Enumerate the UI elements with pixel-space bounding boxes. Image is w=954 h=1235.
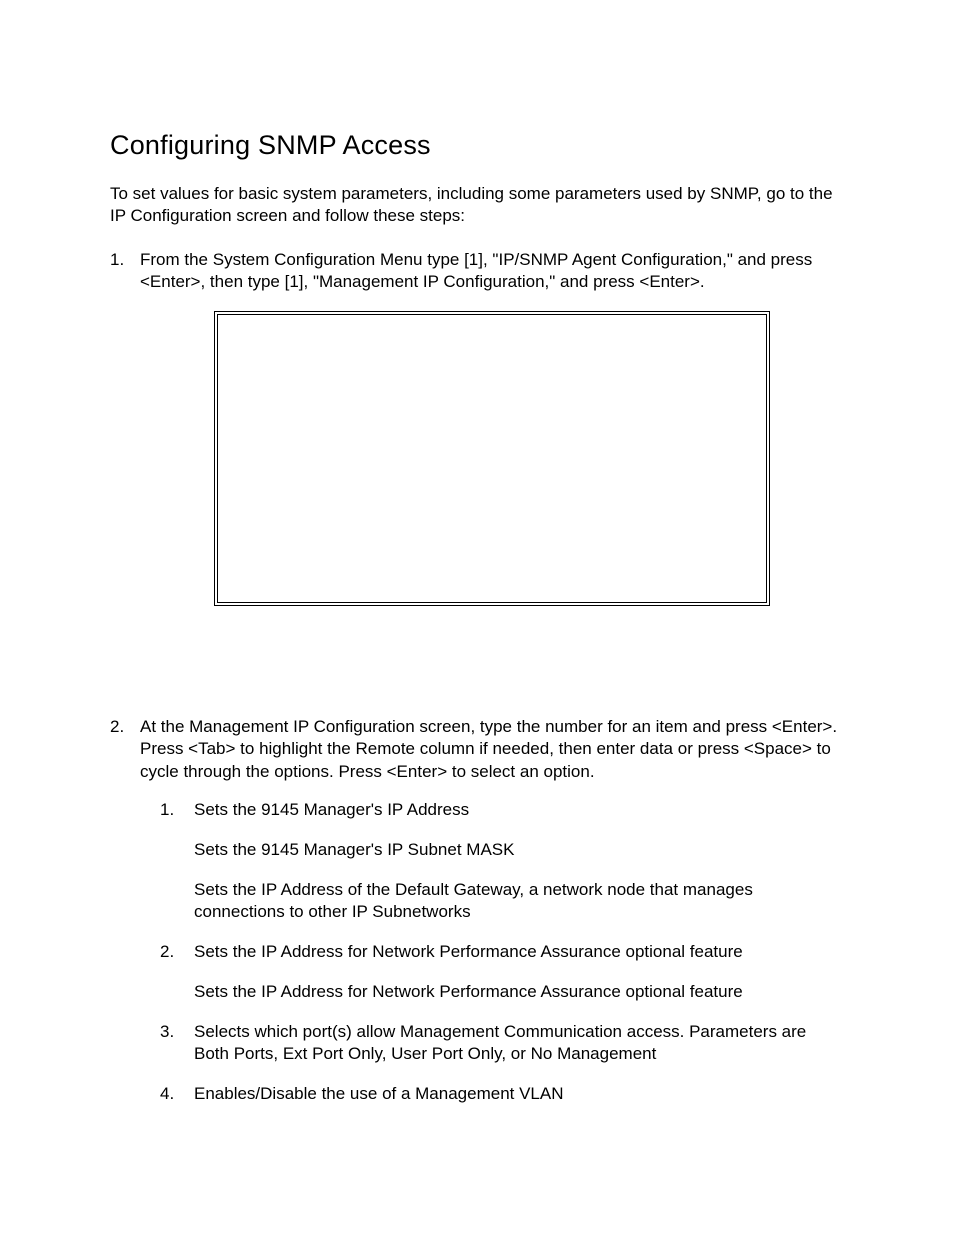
substep-1: Sets the 9145 Manager's IP Address Sets … (160, 799, 844, 923)
screenshot-placeholder (214, 311, 770, 606)
substep-4: Enables/Disable the use of a Management … (160, 1083, 844, 1105)
substep-1-desc-3: Sets the IP Address of the Default Gatew… (194, 879, 844, 923)
step-1: From the System Configuration Menu type … (110, 249, 844, 696)
step-2-text: At the Management IP Configuration scree… (140, 717, 837, 780)
substep-3-desc-1: Selects which port(s) allow Management C… (194, 1021, 844, 1065)
substep-1-desc-1: Sets the 9145 Manager's IP Address (194, 799, 844, 821)
step-1-text: From the System Configuration Menu type … (140, 250, 812, 291)
substep-2-desc-1: Sets the IP Address for Network Performa… (194, 941, 844, 963)
step-2-sublist: Sets the 9145 Manager's IP Address Sets … (160, 799, 844, 1106)
page-title: Configuring SNMP Access (110, 130, 844, 161)
step-2: At the Management IP Configuration scree… (110, 716, 844, 1105)
document-page: Configuring SNMP Access To set values fo… (0, 0, 954, 1235)
substep-4-desc-1: Enables/Disable the use of a Management … (194, 1083, 844, 1105)
substep-1-desc-2: Sets the 9145 Manager's IP Subnet MASK (194, 839, 844, 861)
substep-2: Sets the IP Address for Network Performa… (160, 941, 844, 1003)
substep-2-desc-2: Sets the IP Address for Network Performa… (194, 981, 844, 1003)
substep-3: Selects which port(s) allow Management C… (160, 1021, 844, 1065)
intro-paragraph: To set values for basic system parameter… (110, 183, 844, 227)
steps-list: From the System Configuration Menu type … (110, 249, 844, 1105)
